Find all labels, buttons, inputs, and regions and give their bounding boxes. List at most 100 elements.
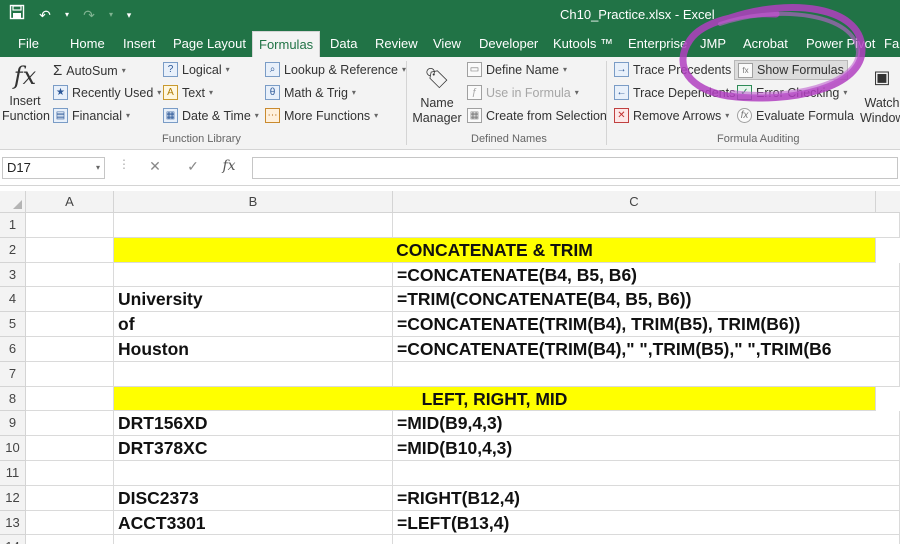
cell-b[interactable]: Houston xyxy=(114,337,393,362)
cell-b[interactable] xyxy=(114,361,393,387)
cell-c[interactable]: =LEFT(B13,4) xyxy=(393,510,900,536)
column-header-c[interactable]: C xyxy=(393,191,876,213)
cell-c[interactable] xyxy=(393,535,900,544)
text-button[interactable]: A Text ▾ xyxy=(163,85,213,100)
financial-button[interactable]: ▤ Financial ▾ xyxy=(53,108,130,123)
show-formulas-button[interactable]: fx Show Formulas xyxy=(734,60,848,80)
cell-b[interactable]: of xyxy=(114,312,393,337)
insert-function-button[interactable]: fx Insert Function xyxy=(2,61,50,124)
insert-function-fx-icon[interactable]: fx xyxy=(218,158,240,174)
undo-dropdown-icon[interactable]: ▾ xyxy=(62,4,72,26)
row-header[interactable]: 9 xyxy=(0,411,26,437)
cell-a[interactable] xyxy=(26,485,114,511)
select-all-button[interactable] xyxy=(0,191,26,213)
tab-formulas[interactable]: Formulas xyxy=(252,31,321,57)
cell-c[interactable] xyxy=(393,461,900,486)
cell-a[interactable] xyxy=(26,386,114,412)
redo-icon[interactable]: ↷ xyxy=(78,4,100,26)
cell-a[interactable] xyxy=(26,287,114,313)
cell-a[interactable] xyxy=(26,361,114,387)
cell-c[interactable]: =CONCATENATE(TRIM(B4), TRIM(B5), TRIM(B6… xyxy=(393,312,900,337)
cell-b[interactable]: DRT156XD xyxy=(114,411,393,437)
name-box[interactable]: D17 ▾ xyxy=(2,157,105,179)
cell-b[interactable] xyxy=(114,213,393,238)
customize-qat-icon[interactable]: ▾ xyxy=(122,4,136,26)
cell-a[interactable] xyxy=(26,535,114,544)
tab-enterprise[interactable]: Enterprise xyxy=(622,31,693,57)
cancel-icon[interactable]: ✕ xyxy=(144,158,166,175)
cell-b[interactable]: DRT378XC xyxy=(114,436,393,461)
tab-page-layout[interactable]: Page Layout xyxy=(167,31,252,57)
cell-a[interactable] xyxy=(26,510,114,536)
cell-a[interactable] xyxy=(26,411,114,437)
column-header-a[interactable]: A xyxy=(26,191,114,213)
cell-b[interactable]: DISC2373 xyxy=(114,485,393,511)
tab-view[interactable]: View xyxy=(427,31,467,57)
redo-dropdown-icon[interactable]: ▾ xyxy=(106,4,116,26)
cell-c[interactable]: =TRIM(CONCATENATE(B4, B5, B6)) xyxy=(393,287,900,313)
column-header-d[interactable] xyxy=(876,191,900,213)
cell-b[interactable] xyxy=(114,262,393,288)
row-header[interactable]: 10 xyxy=(0,436,26,461)
trace-dependents-button[interactable]: ← Trace Dependents xyxy=(614,85,735,100)
cell-c[interactable]: =MID(B9,4,3) xyxy=(393,411,900,437)
cell-b[interactable]: ACCT3301 xyxy=(114,510,393,536)
cell-c[interactable] xyxy=(393,361,900,387)
create-from-selection-button[interactable]: ▦ Create from Selection xyxy=(467,108,607,123)
cell-b[interactable] xyxy=(114,535,393,544)
tab-kutools[interactable]: Kutools ™ xyxy=(547,31,619,57)
math-trig-button[interactable]: θ Math & Trig ▾ xyxy=(265,85,356,100)
tab-acrobat[interactable]: Acrobat xyxy=(737,31,794,57)
row-header[interactable]: 2 xyxy=(0,237,26,263)
drag-handle-icon[interactable]: ⋮ xyxy=(113,157,135,171)
row-header[interactable]: 14 xyxy=(0,535,26,544)
lookup-reference-button[interactable]: ⌕ Lookup & Reference ▾ xyxy=(265,62,406,77)
tab-file[interactable]: File xyxy=(12,31,45,57)
tab-review[interactable]: Review xyxy=(369,31,424,57)
tab-developer[interactable]: Developer xyxy=(473,31,544,57)
tab-power-pivot[interactable]: Power Pivot xyxy=(800,31,881,57)
row-header[interactable]: 3 xyxy=(0,262,26,288)
date-time-button[interactable]: ▦ Date & Time ▾ xyxy=(163,108,259,123)
name-manager-button[interactable]: 🏷 Name Manager xyxy=(410,63,464,126)
cell-b[interactable] xyxy=(114,461,393,486)
recently-used-button[interactable]: ★ Recently Used ▾ xyxy=(53,85,161,100)
cell-a[interactable] xyxy=(26,436,114,461)
chevron-down-icon[interactable]: ▾ xyxy=(96,158,100,178)
row-header[interactable]: 8 xyxy=(0,386,26,412)
cell-c[interactable] xyxy=(393,213,900,238)
row-header[interactable]: 11 xyxy=(0,461,26,486)
cell-a[interactable] xyxy=(26,237,114,263)
cell-c[interactable]: =MID(B10,4,3) xyxy=(393,436,900,461)
evaluate-formula-button[interactable]: fx Evaluate Formula xyxy=(737,108,854,123)
tab-home[interactable]: Home xyxy=(64,31,111,57)
tab-jmp[interactable]: JMP xyxy=(694,31,732,57)
tab-insert[interactable]: Insert xyxy=(117,31,162,57)
autosum-button[interactable]: Σ AutoSum ▾ xyxy=(53,62,126,79)
logical-button[interactable]: ? Logical ▾ xyxy=(163,62,230,77)
formula-input[interactable] xyxy=(252,157,898,179)
row-header[interactable]: 7 xyxy=(0,361,26,387)
section-header-cell[interactable]: LEFT, RIGHT, MID xyxy=(114,386,876,412)
trace-precedents-button[interactable]: → Trace Precedents xyxy=(614,62,731,77)
row-header[interactable]: 6 xyxy=(0,337,26,362)
cell-c[interactable]: =CONCATENATE(B4, B5, B6) xyxy=(393,262,900,288)
tab-data[interactable]: Data xyxy=(324,31,363,57)
cell-b[interactable]: University xyxy=(114,287,393,313)
use-in-formula-button[interactable]: ƒ Use in Formula ▾ xyxy=(467,85,579,100)
more-functions-button[interactable]: ⋯ More Functions ▾ xyxy=(265,108,378,123)
define-name-button[interactable]: ▭ Define Name ▾ xyxy=(467,62,567,77)
cell-a[interactable] xyxy=(26,262,114,288)
enter-icon[interactable]: ✓ xyxy=(182,158,204,175)
save-icon[interactable] xyxy=(6,4,28,26)
cell-a[interactable] xyxy=(26,213,114,238)
row-header[interactable]: 4 xyxy=(0,287,26,313)
cell-a[interactable] xyxy=(26,312,114,337)
tab-fa[interactable]: Fa xyxy=(878,31,900,57)
row-header[interactable]: 5 xyxy=(0,312,26,337)
remove-arrows-button[interactable]: ✕ Remove Arrows ▾ xyxy=(614,108,729,123)
column-header-b[interactable]: B xyxy=(114,191,393,213)
error-checking-button[interactable]: ✓ Error Checking ▾ xyxy=(737,85,847,100)
cell-a[interactable] xyxy=(26,461,114,486)
section-header-cell[interactable]: CONCATENATE & TRIM xyxy=(114,237,876,263)
